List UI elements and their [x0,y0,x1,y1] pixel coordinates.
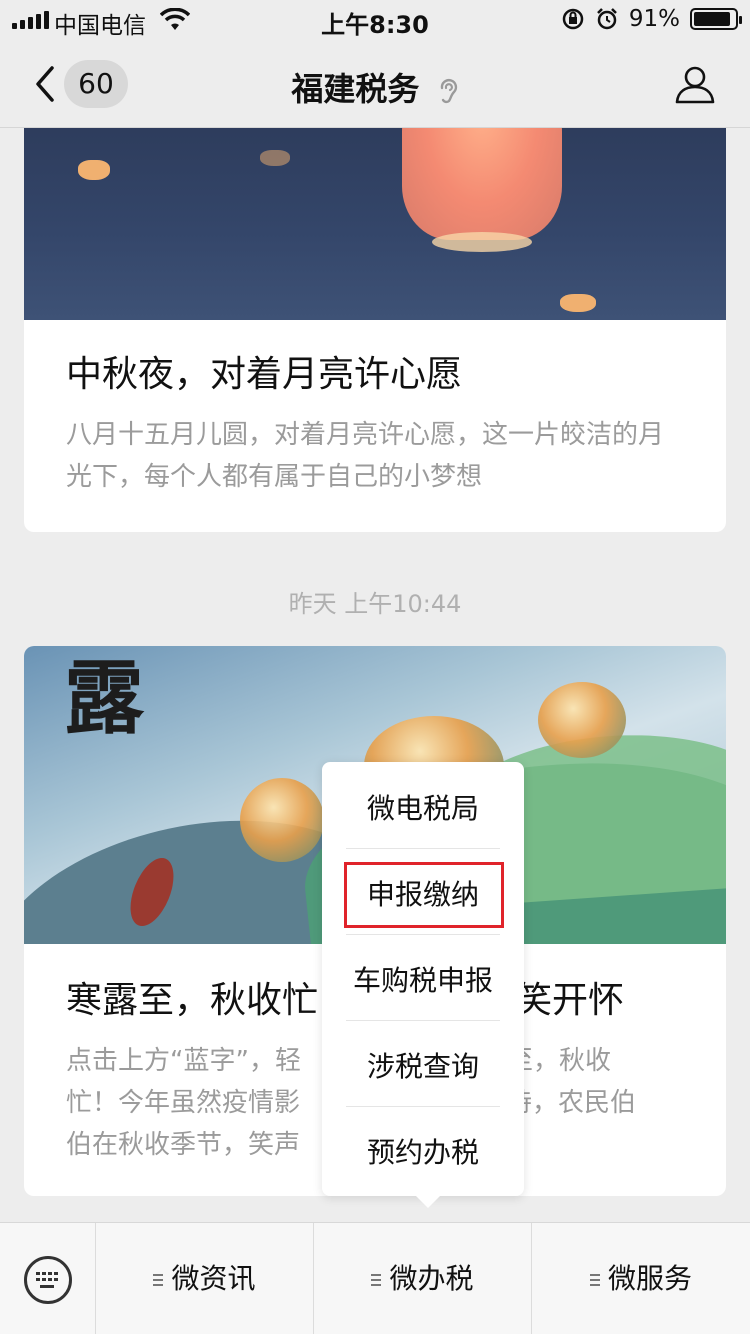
article-card[interactable]: 中秋夜，对着月亮许心愿 八月十五月儿圆，对着月亮许心愿，这一片皎洁的月光下，每个… [24,100,726,532]
alarm-icon [596,8,617,30]
menu-item-vehicle-tax[interactable]: 车购税申报 [322,938,524,1024]
account-name: 福建税务 [291,70,420,108]
article-desc: 八月十五月儿圆，对着月亮许心愿，这一片皎洁的月光下，每个人都有属于自己的小梦想 [66,420,665,492]
battery-icon [690,8,742,30]
status-right: 91% [561,6,742,32]
nav-bar: 60 福建税务 [0,40,750,128]
article-title: 中秋夜，对着月亮许心愿 [66,354,463,395]
menu-micro-tax[interactable]: 微办税 [314,1223,532,1334]
keyboard-toggle[interactable] [0,1223,96,1334]
calligraphy-art: 露 [64,651,144,745]
status-bar: 中国电信 上午8:30 91% [0,0,750,40]
menu-item-appointment[interactable]: 预约办税 [322,1110,524,1196]
battery-percent: 91% [628,6,680,32]
menu-lines-icon [153,1271,164,1289]
timestamp: 昨天 上午10:44 [288,590,462,618]
menu-micro-news[interactable]: 微资讯 [96,1223,314,1334]
menu-item-tax-query[interactable]: 涉税查询 [322,1024,524,1110]
keyboard-icon [24,1256,72,1304]
page-title: 福建税务 [0,64,750,110]
article-cover-image [24,100,726,320]
menu-item-micro-tax-bureau[interactable]: 微电税局 [322,766,524,852]
top-bar: 中国电信 上午8:30 91% 60 福建税务 [0,0,750,128]
highlight-box [344,862,504,928]
menu-micro-service[interactable]: 微服务 [532,1223,750,1334]
bottom-menu-bar: 微资讯 微办税 微服务 [0,1222,750,1334]
person-icon[interactable] [674,64,716,104]
lock-rotation-icon [562,8,584,30]
submenu-popup: 微电税局 申报缴纳 车购税申报 涉税查询 预约办税 [322,762,524,1208]
menu-lines-icon [371,1271,382,1289]
menu-lines-icon [589,1271,600,1289]
ear-icon [440,79,457,104]
